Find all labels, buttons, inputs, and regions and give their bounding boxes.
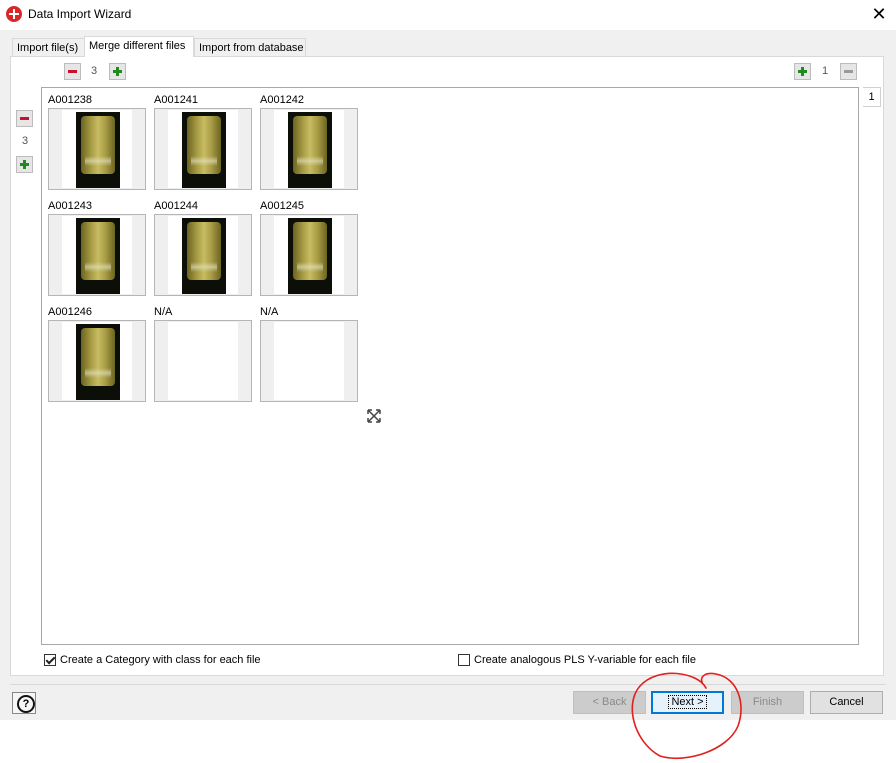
add-row-button[interactable] (16, 156, 33, 173)
app-logo-icon (6, 6, 22, 22)
image-thumbnail[interactable] (48, 320, 146, 402)
image-label: A001241 (154, 94, 199, 106)
next-button-label: Next > (668, 695, 707, 709)
create-pls-option[interactable]: Create analogous PLS Y-variable for each… (458, 654, 696, 666)
dialog-body: Import file(s) Merge different files Imp… (0, 30, 896, 720)
image-thumbnail[interactable] (48, 108, 146, 190)
tab-import-from-database[interactable]: Import from database (194, 38, 306, 56)
image-label: N/A (154, 306, 173, 318)
image-thumbnail[interactable] (260, 214, 358, 296)
image-label: A001242 (260, 94, 305, 106)
create-pls-label: Create analogous PLS Y-variable for each… (474, 654, 696, 666)
image-label: A001244 (154, 200, 199, 212)
create-category-checkbox[interactable] (44, 654, 56, 666)
column-count: 3 (91, 65, 98, 77)
remove-column-button[interactable] (64, 63, 81, 80)
image-thumbnail[interactable] (154, 214, 252, 296)
help-button[interactable]: ? (12, 692, 36, 714)
remove-row-button[interactable] (16, 110, 33, 127)
image-grid: A001238 A001241 A001242 A001243 A001244 (41, 87, 859, 645)
image-thumbnail[interactable] (154, 108, 252, 190)
image-thumbnail[interactable] (48, 214, 146, 296)
image-label: A001243 (48, 200, 93, 212)
add-column-button[interactable] (109, 63, 126, 80)
window-title: Data Import Wizard (28, 7, 132, 21)
page-tab-1[interactable]: 1 (863, 87, 881, 107)
create-pls-checkbox[interactable] (458, 654, 470, 666)
image-label: A001238 (48, 94, 93, 106)
image-label: A001246 (48, 306, 93, 318)
merge-panel: 3 1 3 A001238 A001241 A001242 A001243 A0… (10, 56, 884, 676)
title-bar: Data Import Wizard ✕ (0, 0, 896, 30)
close-icon[interactable]: ✕ (868, 3, 890, 25)
row-count: 3 (22, 135, 29, 147)
empty-thumbnail[interactable] (154, 320, 252, 402)
remove-page-button[interactable] (840, 63, 857, 80)
add-page-button[interactable] (794, 63, 811, 80)
image-thumbnail[interactable] (260, 108, 358, 190)
finish-button[interactable]: Finish (731, 691, 804, 714)
back-button[interactable]: < Back (573, 691, 646, 714)
create-category-option[interactable]: Create a Category with class for each fi… (44, 654, 261, 666)
create-category-label: Create a Category with class for each fi… (60, 654, 261, 666)
next-button[interactable]: Next > (651, 691, 724, 714)
image-label: N/A (260, 306, 279, 318)
cancel-button[interactable]: Cancel (810, 691, 883, 714)
footer-divider (10, 684, 886, 685)
page-count: 1 (822, 65, 829, 77)
tab-merge-different-files[interactable]: Merge different files (84, 36, 194, 57)
tab-import-files[interactable]: Import file(s) (12, 38, 85, 56)
expand-arrows-icon[interactable] (367, 409, 381, 426)
image-label: A001245 (260, 200, 305, 212)
question-circle-icon: ? (17, 695, 35, 713)
empty-thumbnail[interactable] (260, 320, 358, 402)
